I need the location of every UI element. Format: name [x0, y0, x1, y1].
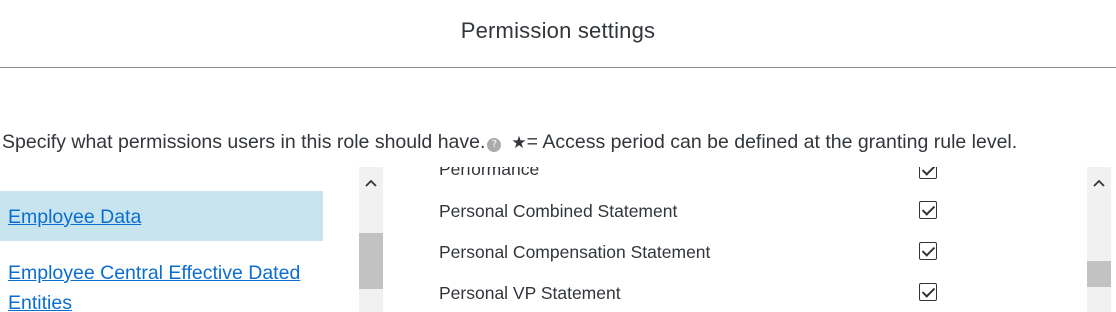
star-icon: ★	[511, 133, 527, 153]
permission-label: Personal VP Statement	[439, 283, 621, 303]
dialog-header: Permission settings	[0, 0, 1116, 68]
permission-label: Performance	[439, 167, 540, 179]
permission-category-list: Employee Data Employee Central Effective…	[0, 167, 385, 312]
star-legend-text: = Access period can be defined at the gr…	[526, 131, 1018, 153]
permission-list: Performance Personal Combined Statement …	[385, 167, 1116, 312]
category-entities[interactable]: Entities	[8, 292, 72, 312]
chevron-up-icon[interactable]	[1087, 167, 1111, 195]
instruction-text: Specify what permissions users in this r…	[2, 131, 1017, 154]
right-scroll-thumb[interactable]	[1087, 261, 1111, 287]
left-scroll-thumb[interactable]	[359, 233, 383, 289]
permission-checkbox[interactable]	[919, 167, 937, 179]
permission-checkbox[interactable]	[919, 201, 937, 219]
left-scrollbar[interactable]	[359, 167, 383, 312]
instruction-label: Specify what permissions users in this r…	[2, 131, 486, 153]
category-employee-data[interactable]: Employee Data	[0, 191, 323, 241]
permission-checkbox[interactable]	[919, 283, 937, 301]
permission-label: Personal Compensation Statement	[439, 242, 711, 262]
category-employee-central-effective-dated[interactable]: Employee Central Effective Dated	[8, 262, 300, 285]
chevron-up-icon[interactable]	[359, 167, 383, 195]
right-scrollbar[interactable]	[1087, 167, 1111, 312]
page-title: Permission settings	[460, 18, 656, 43]
permission-label: Personal Combined Statement	[439, 201, 678, 221]
help-icon[interactable]: ?	[487, 138, 502, 152]
permission-checkbox[interactable]	[919, 242, 937, 260]
